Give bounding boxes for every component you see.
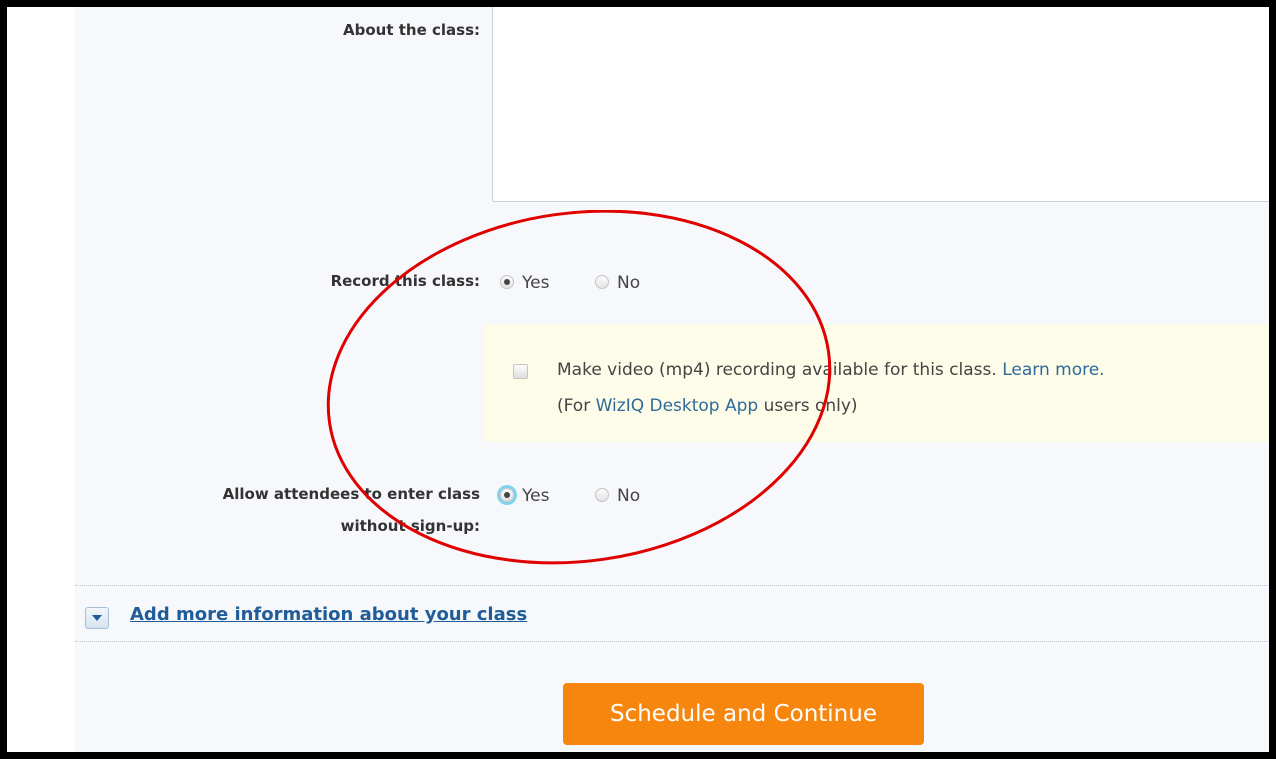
record-yes-label[interactable]: Yes	[522, 273, 549, 293]
class-form-panel: About the class: Record this class: Yes …	[75, 7, 1269, 752]
record-yes-radio[interactable]	[500, 275, 514, 289]
screenshot-frame: About the class: Record this class: Yes …	[0, 0, 1276, 759]
video-note-suffix: users only)	[763, 396, 858, 416]
learn-more-link[interactable]: Learn more.	[1002, 360, 1104, 380]
desktop-app-link[interactable]: WizIQ Desktop App	[596, 396, 759, 416]
record-no-radio[interactable]	[595, 275, 609, 289]
expand-toggle-icon[interactable]	[85, 607, 109, 629]
video-note-line2: (For WizIQ Desktop App users only)	[557, 396, 858, 416]
schedule-continue-button[interactable]: Schedule and Continue	[563, 683, 924, 745]
add-more-info-link[interactable]: Add more information about your class	[130, 604, 527, 625]
allow-yes-label[interactable]: Yes	[522, 486, 549, 506]
record-no-label[interactable]: No	[617, 273, 640, 293]
about-class-label: About the class:	[343, 21, 480, 39]
video-note-text: Make video (mp4) recording available for…	[557, 360, 997, 380]
allow-attendees-label-line2: without sign-up:	[340, 517, 480, 535]
video-recording-note: Make video (mp4) recording available for…	[483, 324, 1269, 442]
allow-no-label[interactable]: No	[617, 486, 640, 506]
video-note-line1: Make video (mp4) recording available for…	[557, 360, 1105, 380]
video-note-prefix: (For	[557, 396, 591, 416]
allow-no-radio[interactable]	[595, 488, 609, 502]
about-class-textarea[interactable]	[492, 7, 1269, 202]
section-divider-bottom	[75, 641, 1269, 642]
allow-yes-radio[interactable]	[500, 488, 514, 502]
allow-attendees-label-line1: Allow attendees to enter class	[222, 485, 480, 503]
video-recording-checkbox[interactable]	[513, 364, 528, 379]
record-class-label: Record this class:	[330, 272, 480, 290]
section-divider-top	[75, 585, 1269, 586]
